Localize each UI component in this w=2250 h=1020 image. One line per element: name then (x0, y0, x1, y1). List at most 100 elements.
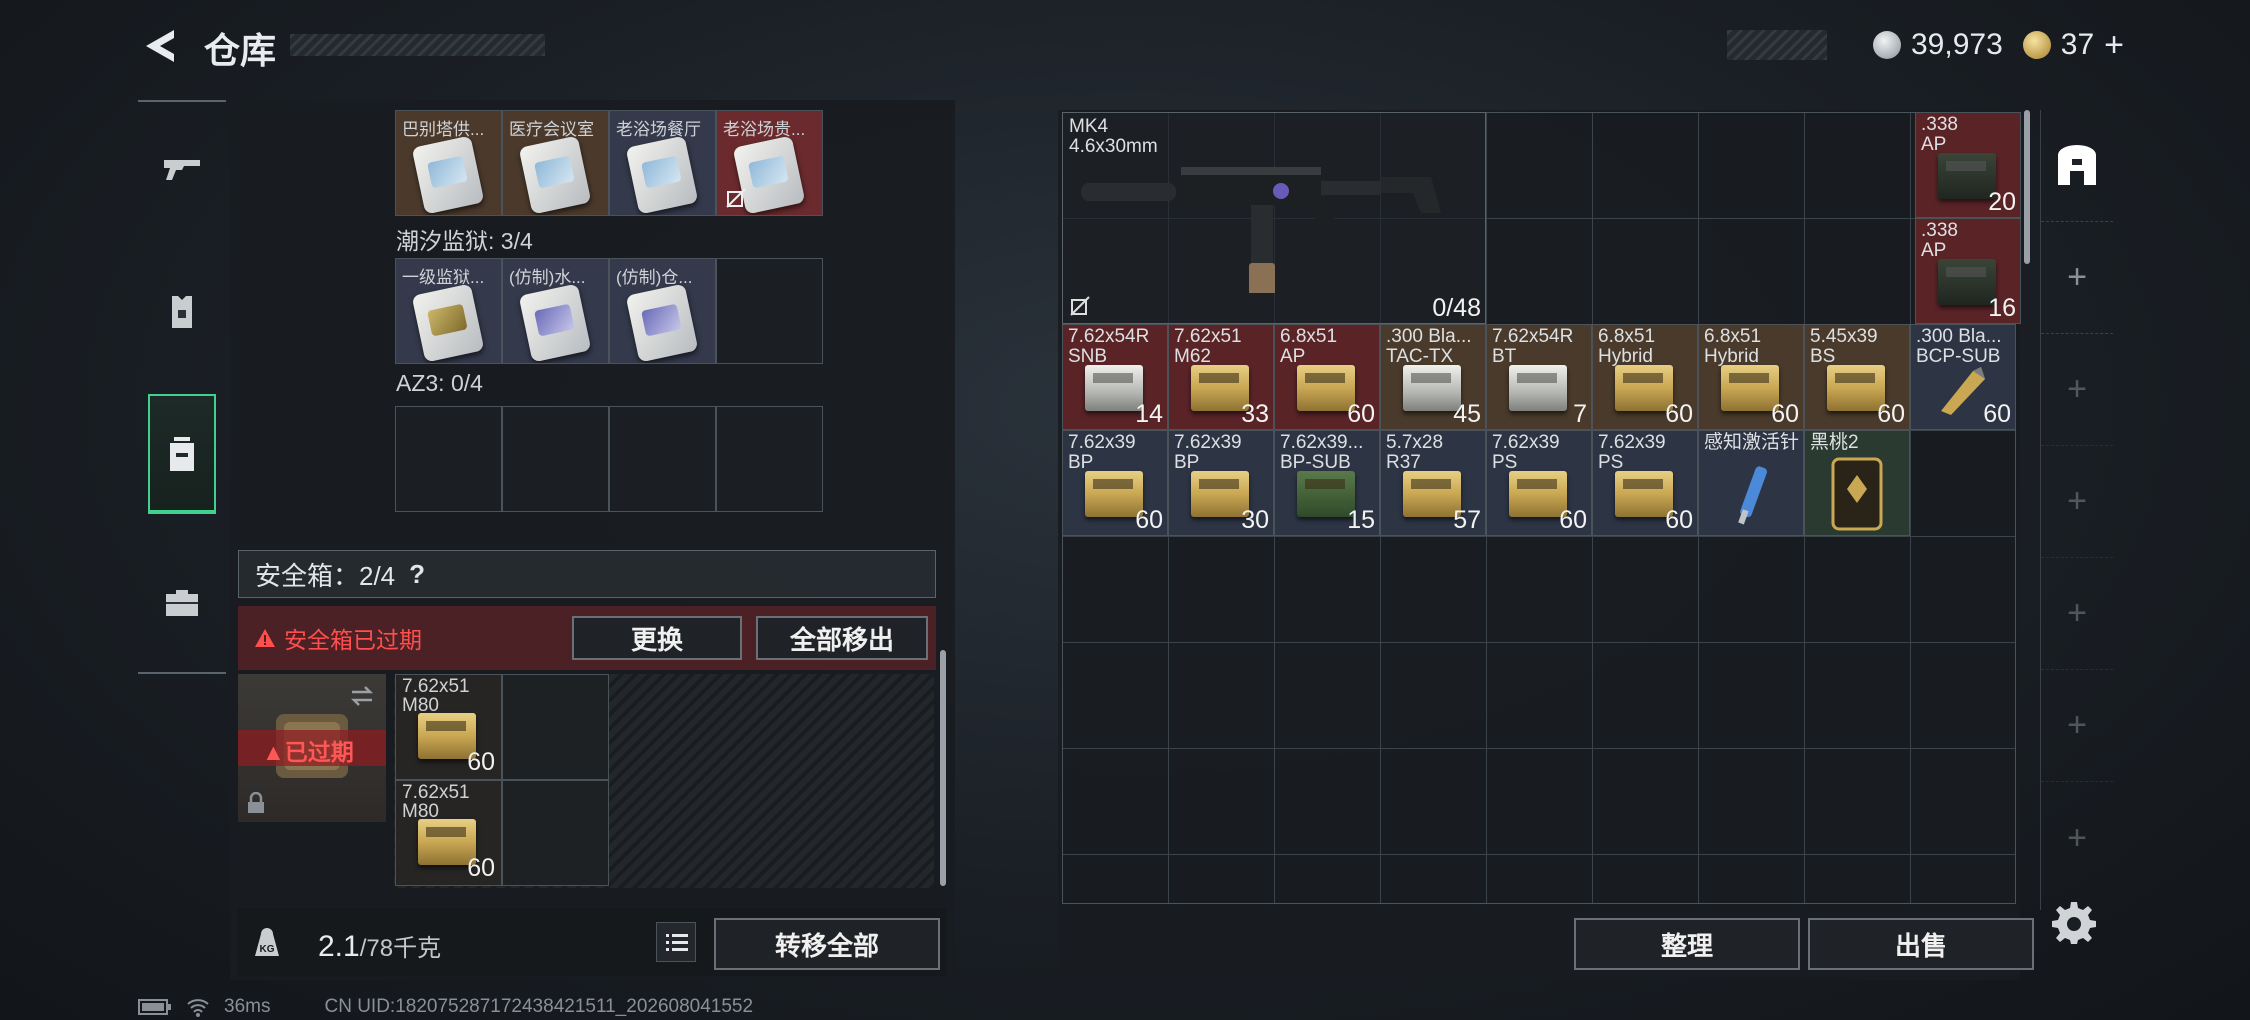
ammo-item[interactable]: 7.62x51 M80 60 (395, 780, 502, 886)
keycard-slot[interactable]: 巴别塔供... (395, 110, 502, 216)
category-weapons[interactable] (138, 108, 226, 228)
empty-slot[interactable] (502, 674, 609, 780)
warning-icon (255, 629, 275, 647)
item-label: .300 Bla... TAC-TX (1386, 326, 1472, 367)
wifi-icon (187, 999, 209, 1017)
item-label: 7.62x39 PS (1598, 432, 1666, 473)
empty-slot[interactable] (609, 406, 716, 512)
item-label: 7.62x54R SNB (1068, 326, 1150, 367)
status-bar: 36ms CN UID:18207528717243842151​1_20260… (138, 996, 753, 1018)
weight-max: /78千克 (359, 935, 442, 962)
gold-coin-icon (2022, 31, 2051, 59)
add-gold-button[interactable]: + (2104, 26, 2124, 65)
inventory-item[interactable]: 黑桃2 (1804, 430, 1910, 536)
keycard-slot[interactable]: 老浴场贵... (716, 110, 823, 216)
inventory-item[interactable]: 7.62x39 BP 60 (1062, 430, 1168, 536)
inventory-item[interactable]: 7.62x54R SNB 14 (1062, 324, 1168, 430)
inventory-item[interactable]: 7.62x39 PS 60 (1592, 430, 1698, 536)
inventory-item[interactable]: 7.62x54R BT 7 (1486, 324, 1592, 430)
ping-readout: 36ms (224, 996, 271, 1017)
inventory-item[interactable]: 6.8x51 AP 60 (1274, 324, 1380, 430)
ammo-item[interactable]: .338 AP 20 (1915, 112, 2021, 218)
category-equipment[interactable] (138, 542, 226, 662)
gold-amount: 37 (2060, 28, 2095, 61)
category-backpack[interactable] (148, 394, 216, 514)
transfer-all-button[interactable]: 转移全部 (714, 918, 940, 970)
keycard-icon (625, 135, 699, 215)
keycard-slot[interactable]: 一级监狱... (395, 258, 502, 364)
item-count: 60 (1347, 400, 1375, 428)
az3-label: AZ3: 0/4 (396, 370, 483, 396)
lock-icon (248, 792, 264, 813)
item-label: 7.62x39 PS (1492, 432, 1560, 473)
item-label: 医疗会议室 (509, 120, 594, 139)
inventory-item[interactable]: 感知激活针 (1698, 430, 1804, 536)
inventory-item[interactable]: 7.62x39 BP 30 (1168, 430, 1274, 536)
item-count: 15 (1347, 506, 1375, 534)
playing-card-icon (1831, 457, 1883, 531)
keycard-slot[interactable]: 老浴场餐厅 (609, 110, 716, 216)
replace-button[interactable]: 更换 (572, 616, 742, 660)
settings-gear-icon[interactable] (2052, 900, 2096, 944)
item-count: 33 (1241, 400, 1269, 428)
item-label: 7.62x51 M80 (402, 676, 470, 716)
inventory-item[interactable]: .300 Bla... BCP-SUB 60 (1910, 324, 2016, 430)
inventory-item[interactable]: 5.45x39 BS 60 (1804, 324, 1910, 430)
help-button[interactable]: ? (409, 559, 425, 590)
safebox-header: 安全箱：2/4 ? (238, 550, 936, 598)
back-arrow-icon[interactable] (138, 26, 180, 66)
item-label: 7.62x39 BP (1174, 432, 1242, 473)
empty-slot[interactable] (502, 406, 609, 512)
item-label: 7.62x54R BT (1492, 326, 1574, 367)
weapon-name: MK4 (1069, 116, 1109, 137)
inventory-item[interactable]: 6.8x51 Hybrid 60 (1698, 324, 1804, 430)
prison-label: 潮汐监狱: 3/4 (396, 228, 533, 254)
container-tab-main[interactable] (2041, 110, 2113, 222)
expired-warning-text: 安全箱已过期 (284, 627, 422, 653)
container-sidebar: + + + + + + (2040, 110, 2113, 910)
expired-tag-text: 已过期 (284, 739, 354, 765)
weapon-item[interactable]: MK4 4.6x30mm 0/48 (1062, 112, 1486, 324)
inventory-item[interactable]: .300 Bla... TAC-TX 45 (1380, 324, 1486, 430)
broken-card-icon (726, 188, 746, 208)
keycard-slot[interactable]: (仿制)水... (502, 258, 609, 364)
item-count: 57 (1453, 506, 1481, 534)
remove-all-button[interactable]: 全部移出 (756, 616, 928, 660)
sell-button[interactable]: 出售 (1808, 918, 2034, 970)
broken-mod-icon (1070, 296, 1090, 316)
container-tab-add[interactable]: + (2041, 558, 2113, 670)
item-count: 60 (1877, 400, 1905, 428)
container-tab-add[interactable]: + (2041, 334, 2113, 446)
left-scrollbar[interactable] (940, 650, 946, 886)
right-scrollbar[interactable] (2024, 110, 2030, 264)
container-tab-add[interactable]: + (2041, 222, 2113, 334)
swap-icon[interactable] (348, 684, 376, 708)
item-count: 60 (1135, 506, 1163, 534)
weight-value: 2.1 (318, 930, 360, 963)
sort-button[interactable]: 整理 (1574, 918, 1800, 970)
item-label: 7.62x39 BP (1068, 432, 1136, 473)
category-armor[interactable] (138, 252, 226, 372)
currency-decoration (1727, 30, 1827, 60)
item-label: (仿制)水... (509, 268, 586, 287)
empty-slot[interactable] (395, 406, 502, 512)
ammo-item[interactable]: 7.62x51 M80 60 (395, 674, 502, 780)
ammo-item[interactable]: .338 AP 16 (1915, 218, 2021, 324)
empty-slot[interactable] (716, 406, 823, 512)
inventory-item[interactable]: 7.62x51 M62 33 (1168, 324, 1274, 430)
inventory-item[interactable]: 7.62x39 PS 60 (1486, 430, 1592, 536)
container-tab-add[interactable]: + (2041, 446, 2113, 558)
empty-slot[interactable] (502, 780, 609, 886)
backpack-icon (170, 437, 194, 471)
keycard-slot[interactable]: (仿制)仓... (609, 258, 716, 364)
keycard-slot[interactable]: 医疗会议室 (502, 110, 609, 216)
inventory-item[interactable]: 5.7x28 R37 57 (1380, 430, 1486, 536)
inventory-item[interactable]: 6.8x51 Hybrid 60 (1592, 324, 1698, 430)
list-view-button[interactable] (656, 922, 696, 962)
empty-slot[interactable] (716, 258, 823, 364)
inventory-item[interactable]: 7.62x39... BP-SUB 15 (1274, 430, 1380, 536)
item-count: 14 (1135, 400, 1163, 428)
container-tab-add[interactable]: + (2041, 782, 2113, 894)
container-tab-add[interactable]: + (2041, 670, 2113, 782)
keycard-row-prison: 一级监狱... (仿制)水... (仿制)仓... (395, 258, 823, 364)
